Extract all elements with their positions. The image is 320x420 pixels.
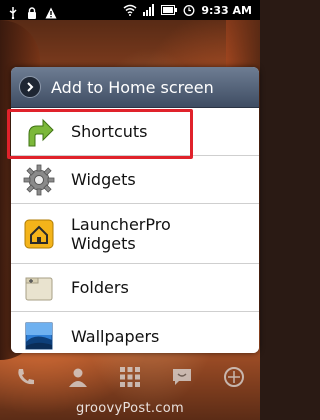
lock-icon: [26, 4, 38, 19]
list-item-wallpapers[interactable]: Wallpapers: [11, 312, 259, 353]
browser-icon[interactable]: [221, 364, 247, 390]
chevron-right-icon: [19, 76, 41, 98]
battery-icon: [161, 1, 178, 20]
wifi-icon: [123, 1, 137, 20]
usb-icon: [7, 4, 19, 20]
watermark: groovyPost.com: [76, 400, 184, 416]
list-item-folders[interactable]: Folders: [11, 264, 259, 312]
list-item-label: LauncherPro Widgets: [71, 215, 171, 253]
warning-icon: [45, 4, 57, 19]
alarm-icon: [183, 1, 195, 20]
app-drawer-icon[interactable]: [117, 364, 143, 390]
dock-bar: [0, 358, 260, 396]
status-bar: 9:33 AM: [0, 0, 260, 20]
list-item-label: Folders: [71, 278, 129, 297]
dialog-title: Add to Home screen: [51, 77, 214, 97]
list-item-label: Widgets: [71, 170, 136, 189]
folder-icon: [21, 270, 57, 306]
list-item-label-line2: Widgets: [71, 233, 136, 253]
gear-icon: [21, 162, 57, 198]
list-item-launcherpro-widgets[interactable]: LauncherPro Widgets: [11, 204, 259, 264]
dialog-header: Add to Home screen: [11, 67, 259, 108]
wallpaper-icon: [21, 318, 57, 353]
highlight-box: [7, 109, 193, 159]
signal-icon: [143, 1, 155, 20]
list-item-label-line1: LauncherPro: [71, 214, 171, 234]
house-icon: [21, 216, 57, 252]
status-time: 9:33 AM: [201, 3, 252, 17]
contacts-icon[interactable]: [65, 364, 91, 390]
messaging-icon[interactable]: [169, 364, 195, 390]
phone-icon[interactable]: [13, 364, 39, 390]
list-item-widgets[interactable]: Widgets: [11, 156, 259, 204]
list-item-label: Wallpapers: [71, 326, 160, 346]
